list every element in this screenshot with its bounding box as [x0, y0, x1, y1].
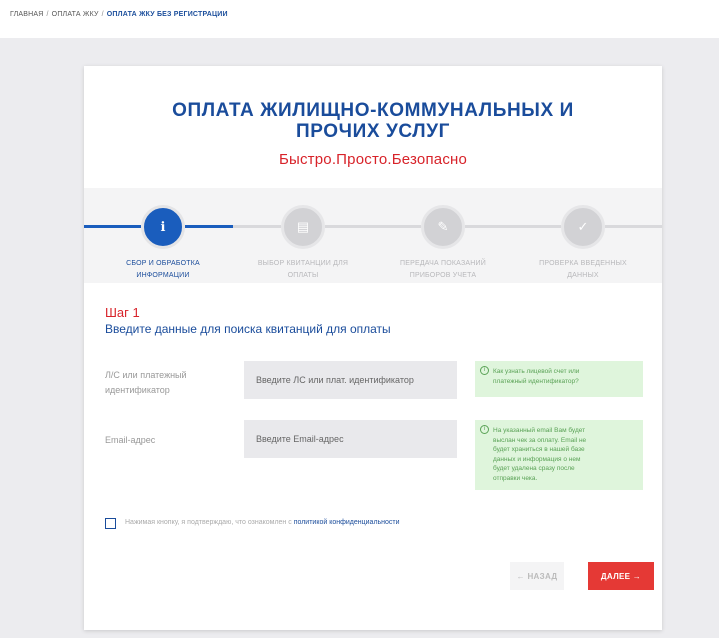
- email-hint-line: отправки чека.: [493, 474, 538, 482]
- step-3-label-line-1: ПЕРЕДАЧА ПОКАЗАНИЙ: [400, 260, 486, 267]
- edit-icon: ✎: [437, 219, 449, 234]
- account-hint-line-1: Как узнать лицевой счет или: [493, 368, 580, 375]
- consent-text-body: Нажимая кнопку, я подтверждаю, что ознак…: [125, 519, 294, 526]
- info-icon: ℹ: [160, 219, 166, 234]
- stepper-line: [325, 225, 421, 228]
- step-description: Введите данные для поиска квитанций для …: [105, 322, 391, 336]
- info-circle-icon: i: [480, 366, 489, 375]
- account-label-line-1: Л/С или платежный: [105, 370, 187, 380]
- step-4-label-line-2: ДАННЫХ: [567, 272, 599, 279]
- email-hint-line: будет удалена сразу после: [493, 465, 575, 472]
- account-hint-line-2: платежный идентификатор?: [493, 377, 579, 385]
- consent-text: Нажимая кнопку, я подтверждаю, что ознак…: [125, 519, 400, 526]
- step-2-circle: ▤: [281, 205, 325, 249]
- email-hint: i На указанный email Вам будет выслан че…: [475, 420, 643, 490]
- step-1-circle[interactable]: ℹ: [141, 205, 185, 249]
- account-label-line-2: идентификатор: [105, 385, 170, 395]
- stepper-line-active: [84, 225, 141, 228]
- email-input[interactable]: [244, 420, 457, 458]
- consent-checkbox[interactable]: [105, 518, 116, 529]
- account-label: Л/С или платежный идентификатор: [105, 368, 187, 398]
- step-4-label-line-1: ПРОВЕРКА ВВЕДЕННЫХ: [539, 260, 627, 267]
- breadcrumb: ГЛАВНАЯ / ОПЛАТА ЖКУ / ОПЛАТА ЖКУ БЕЗ РЕГИСТ…: [10, 11, 228, 18]
- step-3-label: ПЕРЕДАЧА ПОКАЗАНИЙ ПРИБОРОВ УЧЕТА: [388, 258, 498, 282]
- step-1-label-line-2: ИНФОРМАЦИИ: [136, 272, 190, 279]
- email-hint-line: будет храниться в нашей базе: [493, 446, 585, 453]
- breadcrumb-zhku[interactable]: ОПЛАТА ЖКУ: [52, 11, 99, 18]
- document-icon: ▤: [296, 219, 310, 234]
- page-title-line-2: ПРОЧИХ УСЛУГ: [295, 121, 450, 142]
- page-title-line-1: ОПЛАТА ЖИЛИЩНО-КОММУНАЛЬНЫХ И: [172, 100, 574, 121]
- info-circle-icon: i: [480, 425, 489, 434]
- step-2-label: ВЫБОР КВИТАНЦИИ ДЛЯ ОПЛАТЫ: [248, 258, 358, 282]
- breadcrumb-home[interactable]: ГЛАВНАЯ: [10, 11, 44, 18]
- check-icon: ✓: [577, 219, 589, 234]
- privacy-policy-link[interactable]: политикой конфиденциальности: [294, 519, 400, 526]
- breadcrumb-current: ОПЛАТА ЖКУ БЕЗ РЕГИСТРАЦИИ: [106, 11, 228, 18]
- page-subtitle: Быстро.Просто.Безопасно: [278, 151, 468, 168]
- page-title: ОПЛАТА ЖИЛИЩНО-КОММУНАЛЬНЫХ И ПРОЧИХ УСЛ…: [84, 100, 662, 142]
- top-bar: ГЛАВНАЯ / ОПЛАТА ЖКУ / ОПЛАТА ЖКУ БЕЗ РЕГИСТ…: [0, 0, 719, 38]
- breadcrumb-separator: /: [101, 11, 104, 18]
- back-button[interactable]: ← НАЗАД: [510, 562, 564, 590]
- next-button[interactable]: ДАЛЕЕ →: [588, 562, 654, 590]
- stepper-line: [465, 225, 561, 228]
- step-1-label-line-1: СБОР И ОБРАБОТКА: [126, 260, 200, 267]
- payment-card: ОПЛАТА ЖИЛИЩНО-КОММУНАЛЬНЫХ И ПРОЧИХ УСЛ…: [84, 66, 662, 630]
- step-3-label-line-2: ПРИБОРОВ УЧЕТА: [409, 272, 477, 279]
- email-label: Email-адрес: [105, 435, 156, 445]
- step-1-label: СБОР И ОБРАБОТКА ИНФОРМАЦИИ: [108, 258, 218, 282]
- stepper-line: [233, 225, 281, 228]
- stepper: ℹ ▤ ✎ ✓ СБОР И ОБРАБОТКА ИНФОРМАЦИИ ВЫБО…: [84, 188, 662, 283]
- step-3-circle: ✎: [421, 205, 465, 249]
- stepper-line: [605, 225, 662, 228]
- step-4-circle: ✓: [561, 205, 605, 249]
- step-4-label: ПРОВЕРКА ВВЕДЕННЫХ ДАННЫХ: [528, 258, 638, 282]
- account-hint[interactable]: i Как узнать лицевой счет или платежный …: [475, 361, 643, 397]
- account-input[interactable]: [244, 361, 457, 399]
- step-2-label-line-2: ОПЛАТЫ: [287, 272, 319, 279]
- email-hint-line: На указанный email Вам будет: [493, 427, 586, 434]
- stepper-line-active: [185, 225, 233, 228]
- email-hint-line: выслан чек за оплату. Email не: [493, 436, 587, 444]
- step-2-label-line-1: ВЫБОР КВИТАНЦИИ ДЛЯ: [257, 260, 349, 267]
- email-hint-line: данных и информация о нем: [493, 455, 581, 463]
- step-number: Шаг 1: [105, 305, 140, 320]
- breadcrumb-separator: /: [46, 11, 49, 18]
